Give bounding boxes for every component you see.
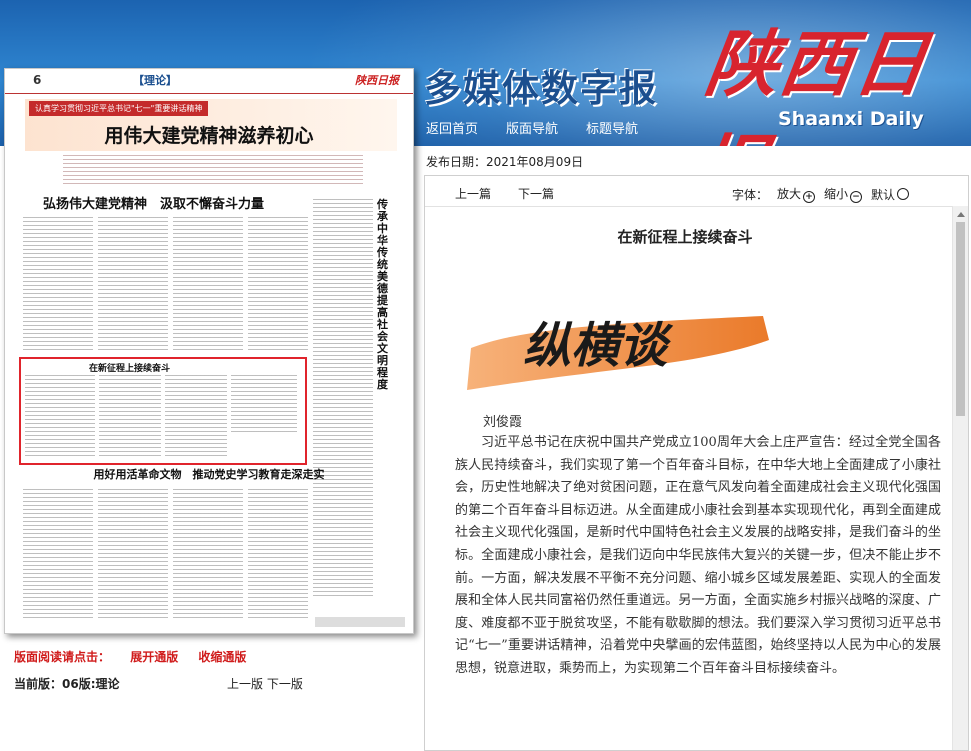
top-nav: 返回首页 版面导航 标题导航 bbox=[412, 110, 652, 144]
font-default-label: 默认 bbox=[871, 187, 896, 202]
text-column bbox=[23, 489, 93, 619]
nav-title-nav-link[interactable]: 标题导航 bbox=[586, 118, 638, 137]
edition-links: 版面阅读请点击： 展开通版 收缩通版 bbox=[14, 648, 262, 665]
column-header-image: 纵横谈 bbox=[467, 316, 769, 390]
page-vertical-headline[interactable]: 传承中华传统美德 提高社会文明程度 bbox=[377, 199, 399, 391]
next-page-link[interactable]: 下一版 bbox=[267, 677, 303, 691]
page-headline[interactable]: 用伟大建党精神滋养初心 bbox=[5, 121, 413, 148]
article-body: 习近平总书记在庆祝中国共产党成立100周年大会上庄严宣告：经过全党全国各族人民持… bbox=[455, 435, 941, 676]
text-column bbox=[98, 489, 168, 619]
font-larger-label: 放大 bbox=[777, 187, 802, 201]
scrollbar-thumb[interactable] bbox=[956, 222, 965, 416]
prev-article-link[interactable]: 上一篇 bbox=[455, 185, 491, 202]
column-name-text: 纵横谈 bbox=[523, 318, 674, 374]
intro-text-block bbox=[63, 155, 363, 187]
current-edition-label: 当前版：06版:理论 bbox=[14, 677, 120, 691]
text-column bbox=[173, 217, 243, 351]
plus-icon: + bbox=[803, 191, 816, 203]
minus-icon: − bbox=[850, 191, 863, 203]
selected-article-title[interactable]: 在新征程上接续奋斗 bbox=[89, 361, 170, 374]
newspaper-page-thumbnail[interactable]: 6 【理论】 陕西日报 认真学习贯彻习近平总书记"七一"重要讲话精神 用伟大建党… bbox=[4, 68, 414, 634]
text-column bbox=[98, 217, 168, 351]
prev-page-link[interactable]: 上一版 bbox=[227, 677, 263, 691]
nav-home-link[interactable]: 返回首页 bbox=[426, 118, 478, 137]
nav-page-nav-link[interactable]: 版面导航 bbox=[506, 118, 558, 137]
text-column bbox=[248, 217, 308, 351]
article-panel: 上一篇 下一篇 字体： 放大 + 缩小 − 默认 在新征程上接续奋斗 纵横谈 刘俊霞… bbox=[424, 175, 969, 751]
page-header: 6 【理论】 陕西日报 bbox=[5, 69, 413, 94]
page-headline-3[interactable]: 用好用活革命文物 推动党史学习教育走深走实 bbox=[5, 466, 413, 482]
page-footer-strip bbox=[315, 617, 405, 627]
font-smaller-label: 缩小 bbox=[824, 187, 849, 201]
article-title: 在新征程上接续奋斗 bbox=[617, 228, 753, 246]
page-section: 【理论】 bbox=[133, 74, 177, 87]
font-smaller-button[interactable]: 缩小 − bbox=[824, 185, 863, 203]
font-label: 字体： bbox=[732, 187, 769, 202]
page-paper-logo: 陕西日报 bbox=[355, 74, 399, 87]
collapse-edition-link[interactable]: 收缩通版 bbox=[198, 650, 246, 664]
page-headline-2[interactable]: 弘扬伟大建党精神 汲取不懈奋斗力量 bbox=[43, 193, 264, 212]
font-size-controls: 字体： 放大 + 缩小 − 默认 bbox=[732, 185, 910, 203]
newspaper-logo-english: Shaanxi Daily bbox=[778, 108, 924, 130]
expand-label: 版面阅读请点击： bbox=[14, 650, 111, 664]
banner-subtitle: 多媒体数字报 bbox=[424, 67, 658, 110]
expand-edition-link[interactable]: 展开通版 bbox=[130, 650, 178, 664]
next-article-link[interactable]: 下一篇 bbox=[518, 185, 554, 202]
article-author: 刘俊霞 bbox=[483, 415, 523, 430]
text-column bbox=[23, 217, 93, 351]
text-column bbox=[173, 489, 243, 619]
text-column bbox=[313, 199, 373, 599]
publish-date: 发布日期：2021年08月09日 bbox=[426, 155, 584, 169]
font-default-button[interactable]: 默认 bbox=[871, 186, 910, 203]
font-larger-button[interactable]: 放大 + bbox=[777, 185, 816, 203]
headline-tag: 认真学习贯彻习近平总书记"七一"重要讲话精神 bbox=[29, 101, 209, 116]
vertical-scrollbar[interactable] bbox=[952, 206, 968, 750]
article-toolbar: 上一篇 下一篇 字体： 放大 + 缩小 − 默认 bbox=[425, 176, 968, 207]
page-number: 6 bbox=[33, 73, 42, 87]
page-pagination: 上一版 下一版 bbox=[227, 675, 303, 692]
text-column bbox=[248, 489, 308, 619]
scroll-up-arrow-icon[interactable] bbox=[957, 212, 965, 217]
circle-icon bbox=[897, 187, 910, 200]
